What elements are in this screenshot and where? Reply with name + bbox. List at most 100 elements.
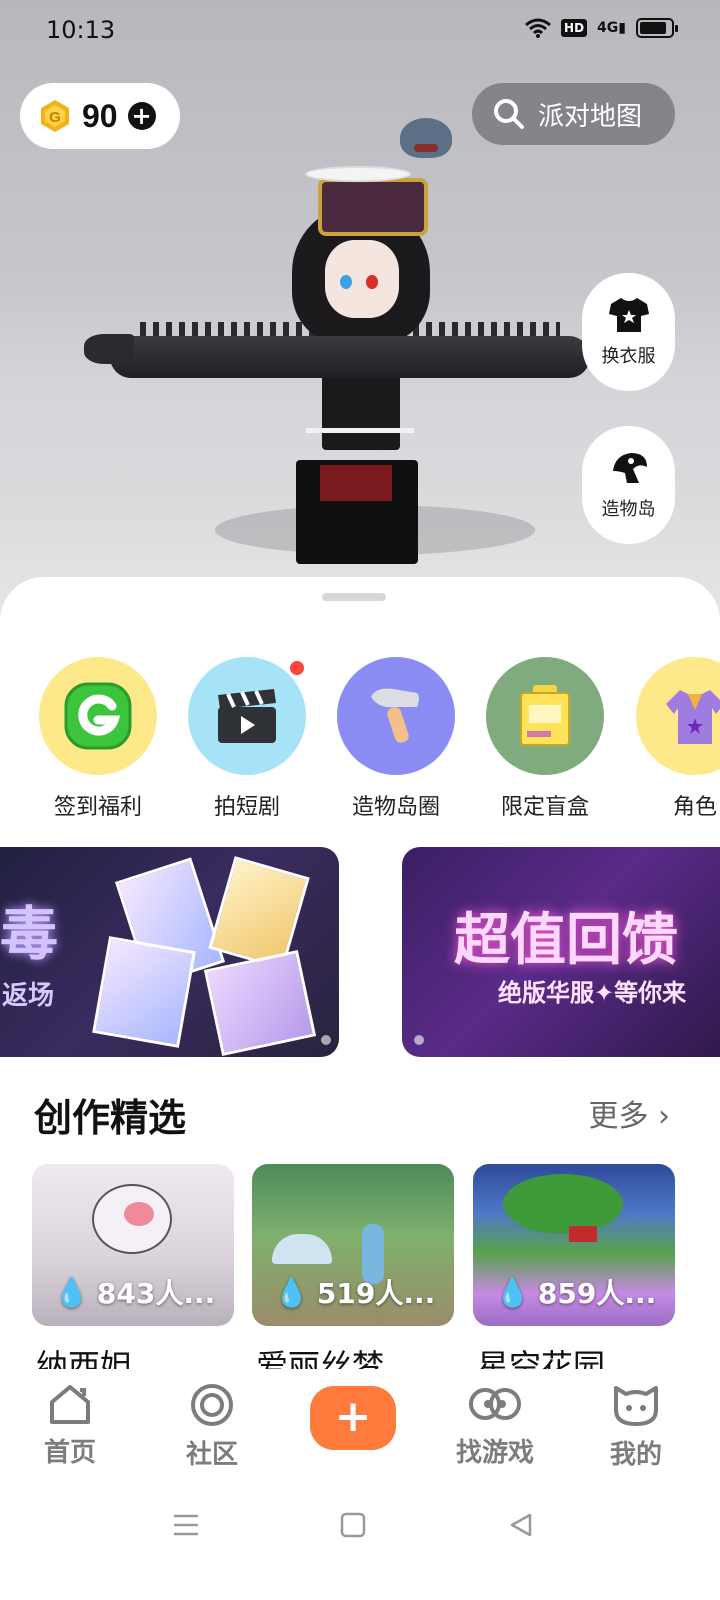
g-coin-icon: G xyxy=(41,100,69,132)
find-game-icon xyxy=(469,1388,521,1420)
status-bar: 10:13 HD 4G▮ xyxy=(0,0,720,60)
nav-profile[interactable]: 我的 xyxy=(586,1382,686,1471)
menu-icon[interactable] xyxy=(172,1512,200,1538)
wifi-icon xyxy=(525,18,551,38)
more-link[interactable]: 更多 › xyxy=(588,1091,670,1135)
quick-checkin[interactable]: 签到福利 xyxy=(23,657,173,821)
quick-checkin-circle xyxy=(39,657,157,775)
quick-island-circle-bg xyxy=(337,657,455,775)
creation-card-3[interactable]: 💧 859人... xyxy=(473,1164,675,1326)
add-currency-button[interactable]: + xyxy=(127,102,156,130)
creation-title-3: 星空花园 xyxy=(477,1347,606,1369)
banner-title: 毒 xyxy=(0,900,59,968)
quick-blind-box-label: 限定盲盒 xyxy=(500,795,589,820)
create-button[interactable]: + xyxy=(310,1386,396,1450)
creation-count: 💧 843人... xyxy=(54,1272,215,1312)
droplet-icon: 💧 xyxy=(274,1275,309,1309)
status-time: 10:13 xyxy=(46,16,116,44)
currency-value: 90 xyxy=(82,97,118,134)
back-icon[interactable] xyxy=(508,1512,534,1538)
quick-checkin-label: 签到福利 xyxy=(53,795,142,820)
more-link-label: 更多 xyxy=(588,1099,649,1134)
currency-pill[interactable]: G 90 + xyxy=(20,83,180,149)
quick-blind-box[interactable]: 限定盲盒 xyxy=(470,657,620,821)
banner-title: 超值回馈 xyxy=(454,908,678,973)
creation-title-1: 纳西妲 xyxy=(36,1347,133,1369)
profile-icon xyxy=(614,1386,658,1426)
quick-character-circle xyxy=(636,657,720,775)
banner-card xyxy=(203,949,317,1057)
creation-island-button[interactable]: 造物岛 xyxy=(582,426,675,544)
change-outfit-button[interactable]: 换衣服 xyxy=(582,273,675,391)
hd-badge: HD xyxy=(561,19,588,37)
signal-icon: 4G▮ xyxy=(597,20,626,36)
tshirt-icon xyxy=(608,298,649,332)
nav-community[interactable]: 社区 xyxy=(162,1382,262,1471)
nav-home[interactable]: 首页 xyxy=(20,1382,120,1469)
creation-card-1[interactable]: 💧 843人... xyxy=(32,1164,234,1326)
battery-icon xyxy=(636,18,678,38)
droplet-icon: 💧 xyxy=(495,1275,530,1309)
home-icon xyxy=(50,1385,90,1424)
nav-community-label: 社区 xyxy=(185,1440,238,1470)
creation-count-text: 859人... xyxy=(537,1277,657,1310)
banner-page-dot xyxy=(414,1035,424,1045)
avatar-scene[interactable]: 10:13 HD 4G▮ G 90 + 派对地图 换衣服 造物岛 xyxy=(0,0,720,640)
banner-subtitle: 返场 xyxy=(2,981,55,1011)
quick-blind-box-circle xyxy=(486,657,604,775)
nav-find-game[interactable]: 找游戏 xyxy=(445,1382,545,1469)
banner-page-dot xyxy=(321,1035,331,1045)
clapperboard-icon xyxy=(218,689,276,743)
svg-text:G: G xyxy=(49,109,61,126)
creation-card-2[interactable]: 💧 519人... xyxy=(252,1164,454,1326)
chevron-right-icon: › xyxy=(658,1099,670,1134)
nav-home-label: 首页 xyxy=(43,1438,96,1468)
avatar-left-eye xyxy=(340,275,352,289)
creation-count: 💧 859人... xyxy=(495,1272,656,1312)
droplet-icon: 💧 xyxy=(54,1275,89,1309)
home-square-icon[interactable] xyxy=(340,1512,366,1538)
sheet-handle[interactable] xyxy=(322,593,386,601)
change-outfit-label: 换衣服 xyxy=(601,346,656,367)
system-nav-bar xyxy=(0,1492,720,1600)
creation-island-label: 造物岛 xyxy=(601,499,656,520)
avatar-boots xyxy=(320,465,392,501)
party-map-search[interactable]: 派对地图 xyxy=(472,83,675,145)
dragon-head xyxy=(84,334,134,364)
section-title: 创作精选 xyxy=(34,1096,187,1140)
island-icon xyxy=(612,453,647,483)
quick-short-drama[interactable]: 拍短剧 xyxy=(172,657,322,821)
community-icon xyxy=(191,1384,233,1426)
banner-subtitle: 绝版华服✦等你来 xyxy=(498,979,687,1007)
nav-find-game-label: 找游戏 xyxy=(455,1438,534,1468)
quick-island-circle[interactable]: 造物岛圈 xyxy=(321,657,471,821)
bottom-nav: 首页 社区 + 找游戏 我的 xyxy=(0,1372,720,1492)
creation-title-2: 爱丽丝梦 xyxy=(256,1347,385,1369)
short-drama-badge xyxy=(288,659,306,677)
avatar-face xyxy=(325,240,399,318)
creation-count-text: 843人... xyxy=(96,1277,216,1310)
creation-count-text: 519人... xyxy=(316,1277,436,1310)
creation-count: 💧 519人... xyxy=(274,1272,435,1312)
avatar-skirt-trim xyxy=(306,428,414,433)
promo-banner-tarot[interactable]: 毒 返场 xyxy=(0,847,339,1057)
avatar-right-eye xyxy=(366,275,378,289)
search-icon xyxy=(494,99,524,129)
creation-art xyxy=(124,1202,154,1226)
shark-mouth xyxy=(414,144,438,152)
network-type: 4G xyxy=(597,20,619,36)
creation-art xyxy=(272,1234,332,1264)
hammer-icon xyxy=(371,688,419,743)
dragon-accessory xyxy=(110,336,590,378)
outfit-icon xyxy=(666,690,720,744)
promo-banner-rewards[interactable]: 超值回馈 绝版华服✦等你来 xyxy=(402,847,720,1057)
nav-profile-label: 我的 xyxy=(609,1440,662,1470)
g-checkin-icon xyxy=(64,682,132,750)
quick-island-circle-label: 造物岛圈 xyxy=(351,795,440,820)
quick-short-drama-circle xyxy=(188,657,306,775)
quick-character[interactable]: 角色 xyxy=(620,657,720,821)
quick-character-label: 角色 xyxy=(672,795,717,820)
shark-pet xyxy=(400,118,452,158)
banner-card xyxy=(92,936,196,1048)
status-icons: HD 4G▮ xyxy=(525,18,678,38)
